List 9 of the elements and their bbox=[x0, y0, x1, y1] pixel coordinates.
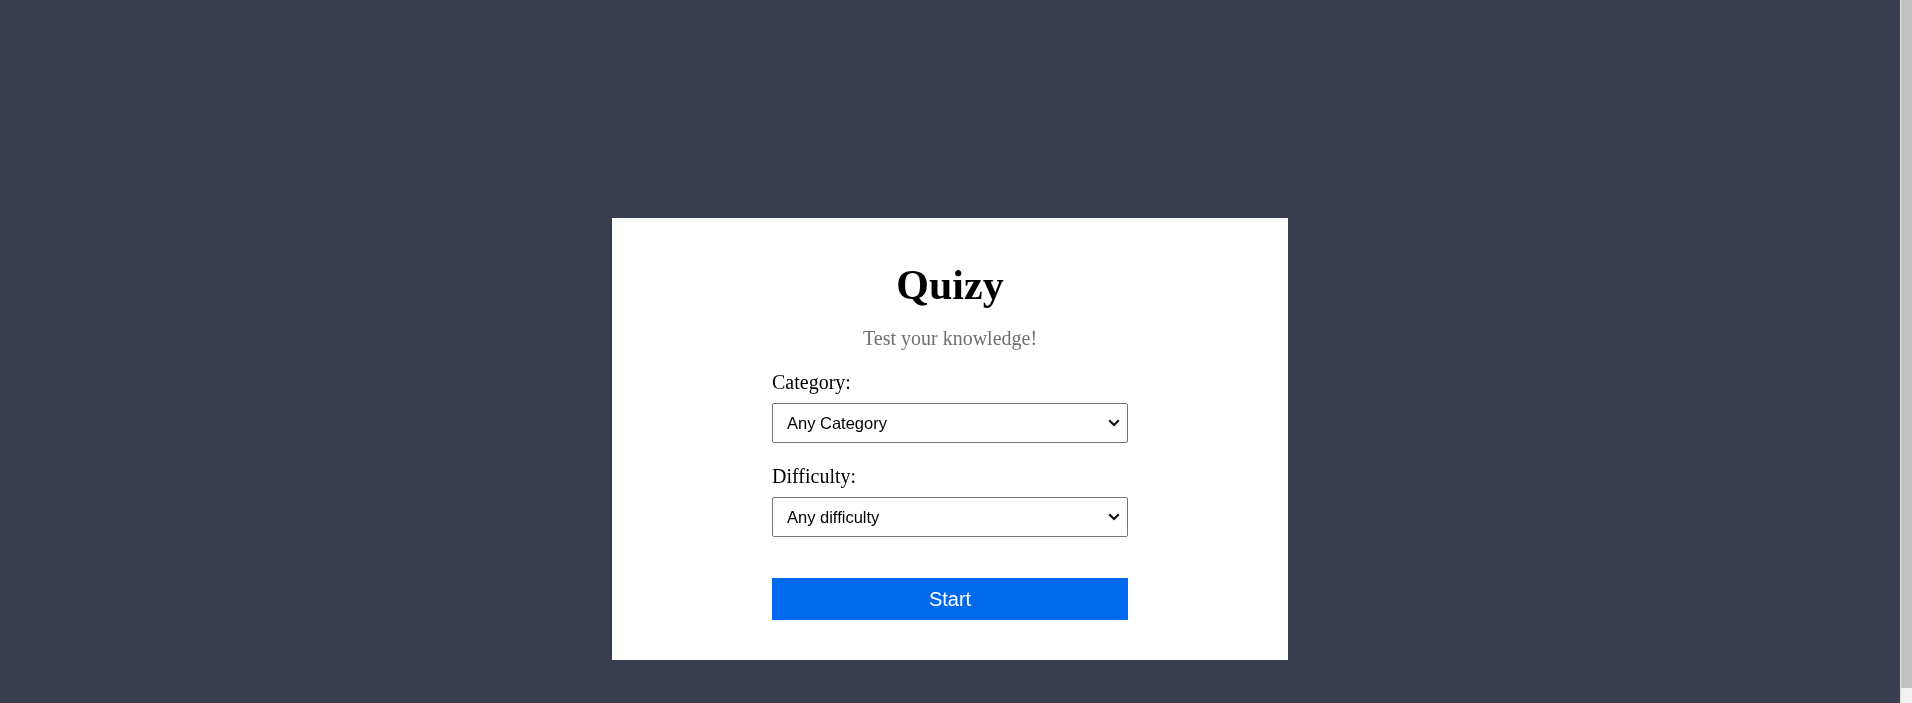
chevron-down-icon bbox=[1108, 513, 1120, 521]
field-label: Category: bbox=[772, 370, 851, 394]
start-button[interactable]: Start bbox=[772, 578, 1128, 620]
field-label: Difficulty: bbox=[772, 464, 857, 488]
chevron-down-icon bbox=[1108, 419, 1120, 427]
dropdown-select[interactable]: Any Category bbox=[772, 403, 1128, 443]
app-subtitle: Test your knowledge! bbox=[862, 326, 1038, 350]
dropdown-select[interactable]: Any difficulty bbox=[772, 497, 1128, 537]
app-title: Quizy bbox=[896, 261, 1004, 310]
